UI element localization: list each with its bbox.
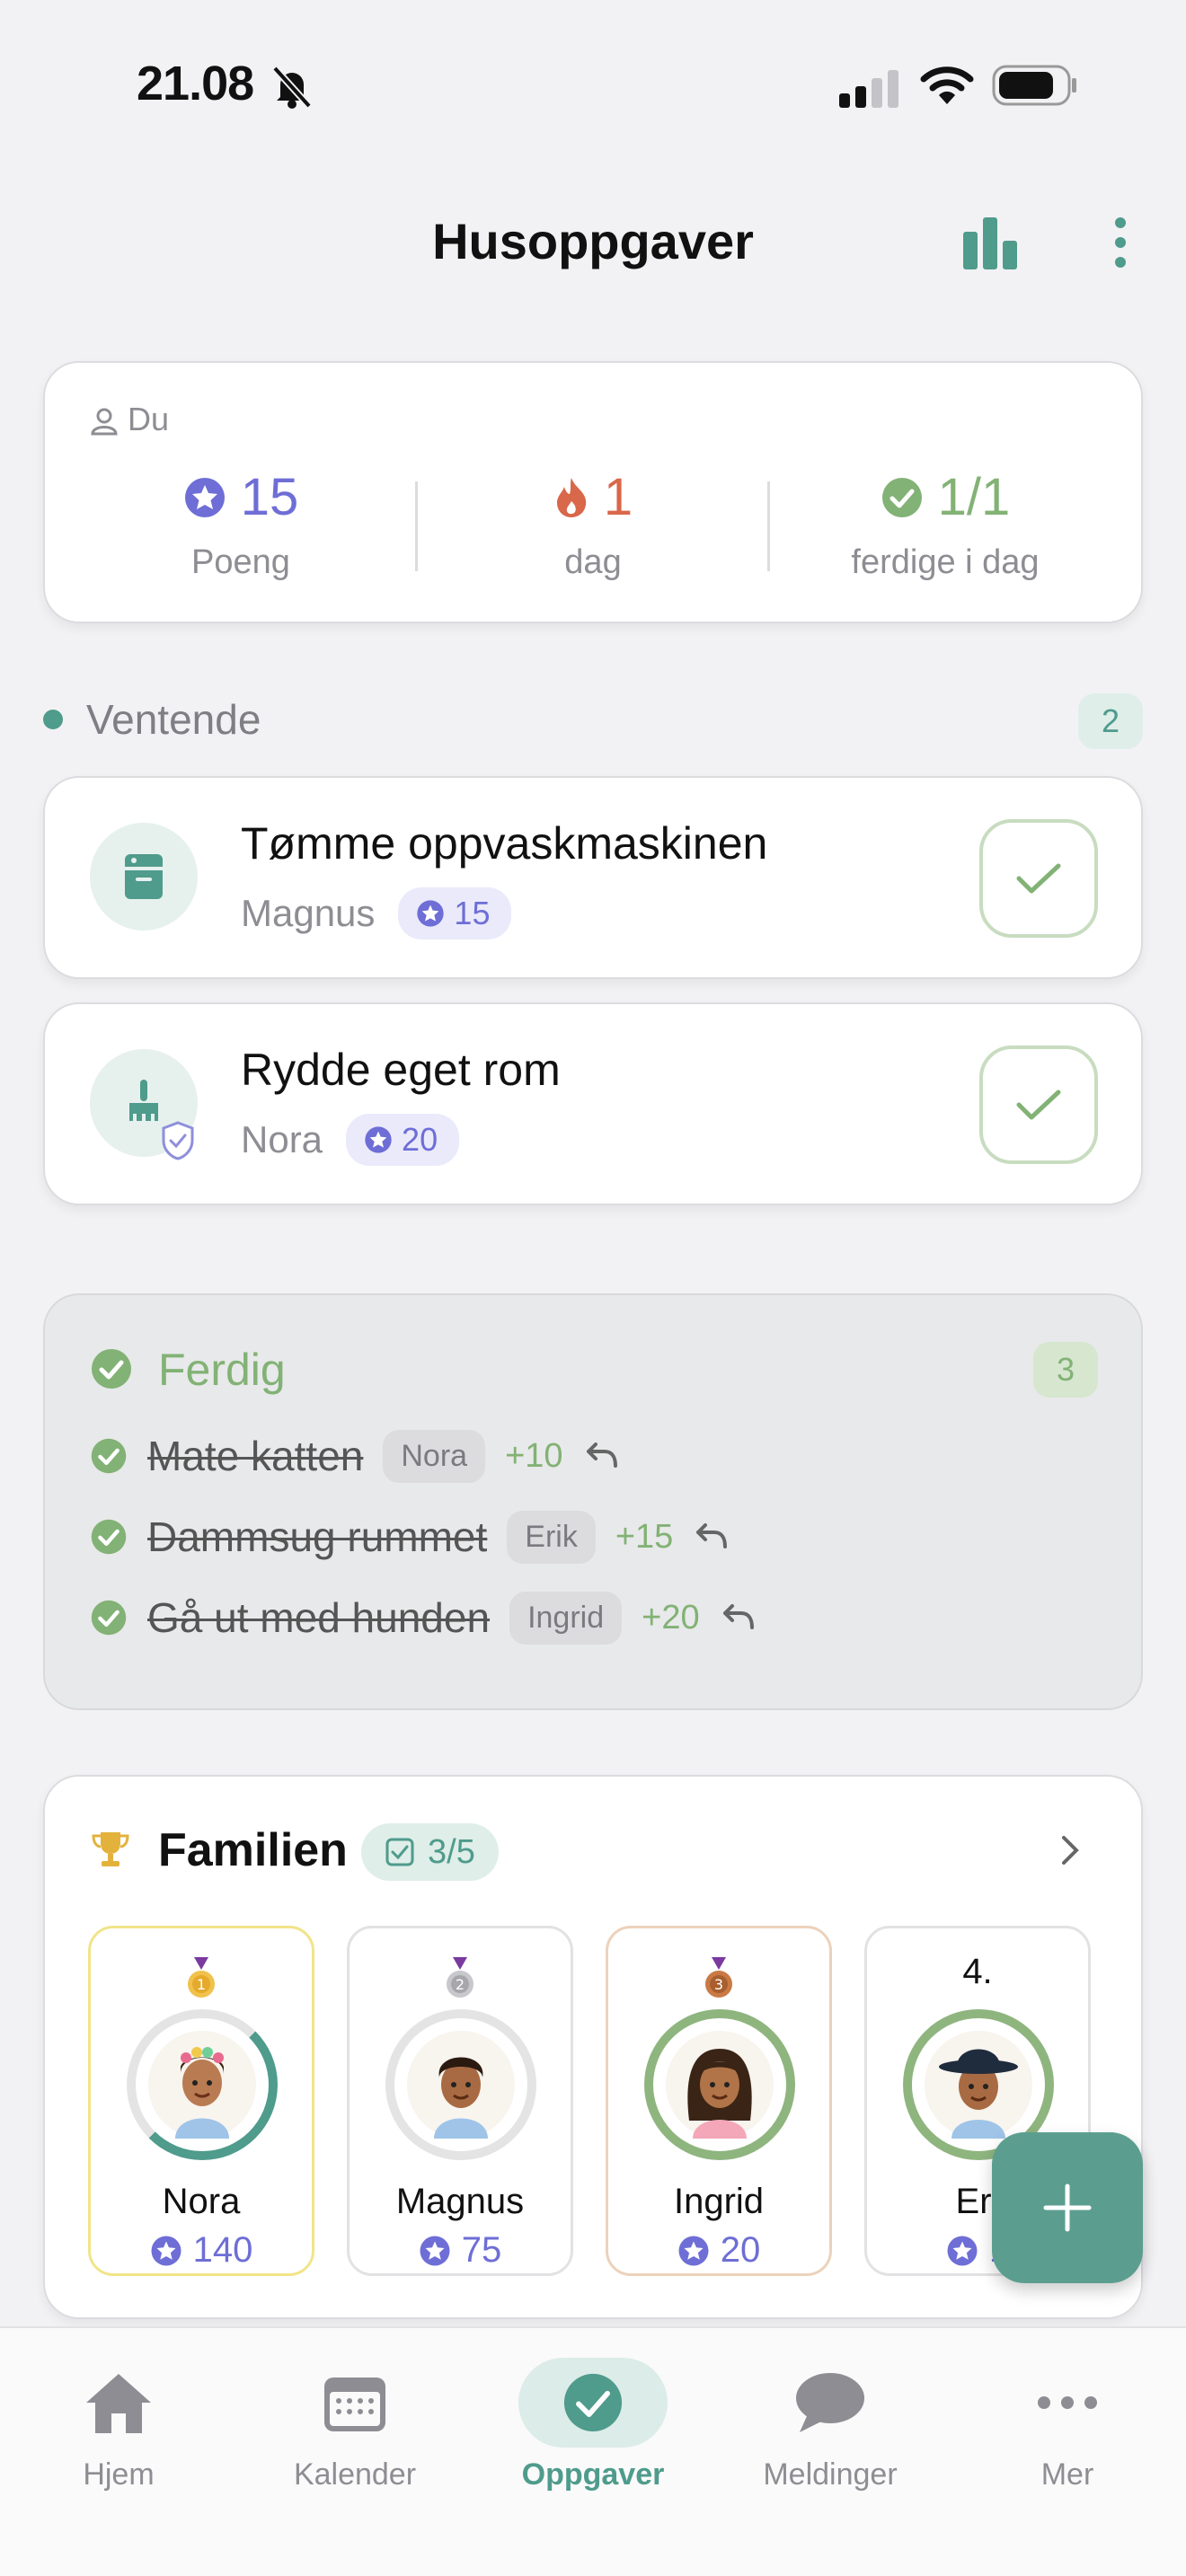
task-assignee: Magnus (241, 892, 376, 934)
tab-messages[interactable]: Meldinger (731, 2353, 929, 2492)
member-rank: 4. (962, 1952, 993, 1991)
task-meta: Magnus 15 (241, 887, 512, 940)
complete-task-button[interactable] (979, 819, 1098, 938)
cellular-signal-icon (839, 70, 898, 108)
statistics-chart-icon[interactable] (960, 216, 1022, 269)
star-badge-icon (365, 1126, 392, 1153)
star-badge-icon (420, 2236, 450, 2265)
wifi-icon (920, 66, 974, 104)
svg-text:3: 3 (714, 1976, 723, 1993)
trophy-icon (92, 1832, 129, 1866)
svg-text:2: 2 (456, 1976, 465, 1993)
member-points: 140 (91, 2230, 312, 2271)
medal-bronze-icon: 3 (608, 1957, 829, 2009)
family-progress-badge: 3/5 (361, 1823, 499, 1881)
more-horizontal-icon (1038, 2396, 1097, 2409)
star-badge-icon (417, 900, 445, 927)
avatar (127, 2009, 278, 2160)
undo-icon[interactable] (720, 1604, 756, 1631)
done-section-title: Ferdig (158, 1345, 286, 1395)
complete-task-button[interactable] (979, 1045, 1098, 1164)
tab-home[interactable]: Hjem (20, 2353, 217, 2492)
task-assignee: Nora (241, 1118, 323, 1160)
svg-text:1: 1 (197, 1976, 206, 1993)
divider (415, 481, 418, 571)
undo-icon[interactable] (583, 1442, 619, 1469)
tab-tasks[interactable]: Oppgaver (494, 2353, 692, 2492)
check-circle-icon (563, 2373, 623, 2432)
person-icon (91, 408, 118, 436)
member-name: Nora (162, 2182, 241, 2221)
medal-silver-icon: 2 (350, 1957, 571, 2009)
star-badge-icon (151, 2236, 181, 2265)
more-vertical-icon[interactable] (1107, 216, 1134, 269)
member-points: 20 (608, 2230, 829, 2271)
star-badge-icon (678, 2236, 709, 2265)
done-task-name: Gå ut med hunden (147, 1594, 491, 1641)
avatar (644, 2009, 795, 2160)
dishwasher-icon (90, 823, 198, 931)
plus-icon (1043, 2183, 1092, 2232)
member-card-ingrid[interactable]: 3 Ingrid 20 (606, 1926, 832, 2276)
family-title: Familien (158, 1824, 348, 1876)
star-badge-icon (184, 477, 225, 517)
pending-count-badge: 2 (1078, 693, 1143, 749)
pending-section-title: Ventende (86, 696, 261, 743)
done-task-who: Erik (507, 1510, 596, 1564)
check-circle-icon (91, 1600, 127, 1636)
done-task-row: Gå ut med hunden Ingrid +20 (90, 1586, 756, 1649)
task-name: Rydde eget rom (241, 1045, 561, 1095)
task-row[interactable]: Rydde eget rom Nora 20 (43, 1002, 1143, 1205)
check-circle-icon (91, 1438, 127, 1474)
points-chip: 15 (398, 887, 512, 940)
stat-streak: 1 dag (431, 467, 755, 582)
add-task-button[interactable] (992, 2132, 1143, 2283)
stat-points: 15 Poeng (79, 467, 403, 582)
check-circle-icon (881, 477, 922, 517)
checkmark-icon (1016, 1090, 1061, 1120)
task-row[interactable]: Tømme oppvaskmaskinen Magnus 15 (43, 776, 1143, 979)
done-task-row: Mate katten Nora +10 (90, 1425, 619, 1487)
done-task-who: Ingrid (509, 1591, 623, 1645)
stat-done-today: 1/1 ferdige i dag (851, 468, 1040, 581)
check-circle-icon (91, 1519, 127, 1555)
checkbox-icon (385, 1838, 414, 1866)
done-task-points: +10 (505, 1436, 563, 1475)
check-circle-icon (92, 1349, 131, 1389)
user-label: Du (90, 401, 169, 438)
tab-calendar[interactable]: Kalender (256, 2353, 454, 2492)
done-task-who: Nora (383, 1429, 486, 1483)
task-name: Tømme oppvaskmaskinen (241, 818, 768, 869)
done-task-row: Dammsug rummet Erik +15 (90, 1505, 729, 1568)
member-card-nora[interactable]: 1 Nora 140 (88, 1926, 314, 2276)
member-points: 75 (350, 2230, 571, 2271)
chevron-right-icon[interactable] (1058, 1832, 1082, 1868)
points-chip: 20 (346, 1114, 460, 1166)
member-card-magnus[interactable]: 2 Magnus 75 (347, 1926, 573, 2276)
calendar-icon (324, 2378, 385, 2431)
home-icon (86, 2374, 151, 2433)
done-task-name: Dammsug rummet (147, 1513, 488, 1560)
member-name: Magnus (395, 2182, 525, 2221)
battery-icon (992, 65, 1076, 106)
divider (767, 481, 770, 571)
flame-icon (556, 477, 587, 517)
shield-icon (162, 1121, 194, 1160)
avatar (385, 2009, 536, 2160)
star-badge-icon (947, 2236, 978, 2265)
done-task-points: +20 (642, 1598, 700, 1636)
tab-more[interactable]: Mer (969, 2353, 1166, 2492)
undo-icon[interactable] (693, 1523, 729, 1550)
section-dot (43, 710, 63, 729)
bell-muted-icon (272, 66, 312, 109)
checkmark-icon (1016, 863, 1061, 894)
chat-bubble-icon (796, 2373, 864, 2432)
member-name: Ingrid (673, 2182, 765, 2221)
medal-gold-icon: 1 (91, 1957, 312, 2009)
done-task-points: +15 (615, 1517, 674, 1556)
status-time: 21.08 (137, 57, 254, 110)
task-meta: Nora 20 (241, 1114, 460, 1166)
done-count-badge: 3 (1033, 1342, 1098, 1398)
done-task-name: Mate katten (147, 1433, 364, 1479)
